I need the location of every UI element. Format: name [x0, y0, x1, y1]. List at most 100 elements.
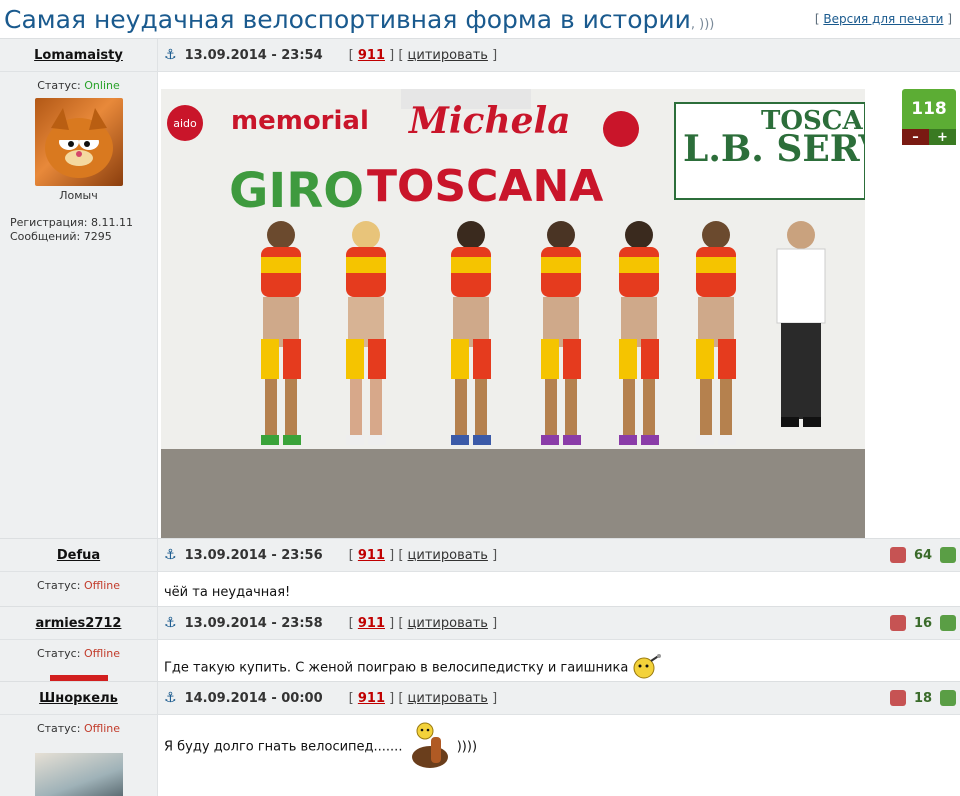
print-bracket-close: ]: [947, 12, 952, 26]
topic-title-text: Самая неудачная велоспортивная форма в и…: [4, 4, 691, 34]
post-vote: 16: [890, 611, 956, 635]
status-value: Offline: [83, 579, 121, 592]
author-name[interactable]: Defua: [57, 548, 100, 563]
post-photo[interactable]: aido memorial Michela L.B. SERVICE TOSCA…: [161, 89, 865, 539]
author-info: Регистрация: 8.11.11 Сообщений: 7295: [0, 216, 157, 244]
author-status: Статус: Online: [0, 79, 157, 92]
author-header: Шноркель: [0, 682, 157, 715]
post-meta: [ 911 ] [ цитировать ]: [348, 47, 498, 63]
quote-button[interactable]: цитировать: [408, 616, 488, 631]
author-status: Статус: Offline: [0, 722, 157, 735]
post-number-link[interactable]: 911: [358, 616, 385, 631]
print-version: [ Версия для печати ]: [815, 12, 960, 26]
thumbs-up-icon[interactable]: [940, 615, 956, 631]
vote-value: 64: [913, 547, 933, 563]
author-header: Defua: [0, 539, 157, 572]
post-2: Defua Статус: Offline ⚓ 13.09.2014 - 23:…: [0, 538, 960, 606]
author-name[interactable]: Шноркель: [39, 691, 118, 706]
registration-date: Регистрация: 8.11.11: [10, 216, 133, 229]
thumbs-down-icon[interactable]: [890, 615, 906, 631]
author-name[interactable]: armies2712: [36, 616, 122, 631]
print-version-link[interactable]: Версия для печати: [823, 12, 943, 26]
thumbs-up-icon[interactable]: [940, 547, 956, 563]
author-status: Статус: Offline: [0, 647, 157, 660]
post-3: armies2712 Статус: Offline ⚓ 13.09.2014 …: [0, 606, 960, 681]
smiley-on-tree-icon: [407, 721, 453, 773]
post-text-suffix: )))): [456, 739, 478, 755]
post-number-link[interactable]: 911: [358, 48, 385, 63]
post-vote: 64: [890, 543, 956, 567]
post-text: Я буду долго гнать велосипед....... )))): [158, 715, 960, 773]
photo-banner-right-top: TOSCA: [761, 106, 863, 136]
anchor-icon[interactable]: ⚓: [164, 615, 177, 631]
photo-brand-aido: aido: [173, 117, 197, 130]
post-date: 13.09.2014 - 23:54: [184, 47, 323, 63]
rating-value: 118: [902, 89, 956, 129]
post-date: 14.09.2014 - 00:00: [184, 690, 323, 706]
photo-brand-toscana: TOSCANA: [367, 161, 603, 212]
topic-title: Самая неудачная велоспортивная форма в и…: [0, 5, 714, 34]
quote-button[interactable]: цитировать: [408, 548, 488, 563]
post-text-content: Где такую купить. С женой поиграю в вело…: [164, 660, 629, 676]
post-date: 13.09.2014 - 23:58: [184, 615, 323, 631]
post-1: Lomamaisty Статус: Online Ломыч Регистра…: [0, 38, 960, 539]
post-author-column: Lomamaisty Статус: Online Ломыч Регистра…: [0, 39, 157, 539]
post-meta: [ 911 ] [ цитировать ]: [348, 690, 498, 706]
post-4: Шноркель Статус: Offline ⚓ 14.09.2014 - …: [0, 681, 960, 796]
status-value: Offline: [83, 722, 121, 735]
status-label: Статус:: [37, 79, 81, 92]
post-vote: 18: [890, 686, 956, 710]
photo-brand-giro: GIRO: [229, 163, 364, 219]
post-author-column: Шноркель Статус: Offline: [0, 682, 157, 796]
post-text: чёй та неудачная!: [164, 585, 291, 600]
vote-value: 16: [913, 615, 933, 631]
status-label: Статус:: [36, 647, 81, 660]
post-number-link[interactable]: 911: [358, 691, 385, 706]
post-author-column: armies2712 Статус: Offline: [0, 607, 157, 681]
post-content-column: ⚓ 14.09.2014 - 00:00 [ 911 ] [ цитироват…: [157, 682, 960, 796]
post-text-content: Я буду долго гнать велосипед.......: [164, 739, 403, 755]
avatar-caption: Ломыч: [59, 189, 98, 202]
post-header: ⚓ 14.09.2014 - 00:00 [ 911 ] [ цитироват…: [158, 682, 960, 715]
author-name[interactable]: Lomamaisty: [34, 48, 123, 63]
author-status: Статус: Offline: [0, 579, 157, 592]
post-number-link[interactable]: 911: [358, 548, 385, 563]
status-label: Статус:: [36, 722, 81, 735]
garfield-avatar-icon: [44, 108, 113, 178]
thumbs-up-icon[interactable]: [940, 690, 956, 706]
photo-banner-left: memorial: [231, 106, 369, 136]
avatar[interactable]: [34, 753, 123, 796]
quote-button[interactable]: цитировать: [408, 691, 488, 706]
vote-value: 18: [913, 690, 933, 706]
anchor-icon[interactable]: ⚓: [164, 547, 177, 563]
rating-plus-button[interactable]: +: [929, 129, 956, 145]
post-meta: [ 911 ] [ цитировать ]: [348, 615, 498, 631]
author-header: Lomamaisty: [0, 39, 157, 72]
post-meta: [ 911 ] [ цитировать ]: [348, 547, 498, 563]
post-header: ⚓ 13.09.2014 - 23:58 [ 911 ] [ цитироват…: [158, 607, 960, 640]
author-header: armies2712: [0, 607, 157, 640]
print-bracket-open: [: [814, 12, 820, 26]
topic-title-suffix: , ))): [690, 16, 715, 32]
thumbs-down-icon[interactable]: [890, 547, 906, 563]
post-date: 13.09.2014 - 23:56: [184, 547, 323, 563]
avatar[interactable]: [34, 98, 123, 186]
post-header: ⚓ 13.09.2014 - 23:56 [ 911 ] [ цитироват…: [158, 539, 960, 572]
status-value: Online: [84, 79, 120, 92]
quote-button[interactable]: цитировать: [408, 48, 488, 63]
anchor-icon[interactable]: ⚓: [164, 690, 177, 706]
post-rating: 118 – +: [902, 89, 956, 145]
rating-minus-button[interactable]: –: [902, 129, 929, 145]
post-text: Где такую купить. С женой поиграю в вело…: [158, 640, 960, 681]
anchor-icon[interactable]: ⚓: [164, 47, 177, 63]
post-content-column: ⚓ 13.09.2014 - 23:56 [ 911 ] [ цитироват…: [157, 539, 960, 606]
rating-controls: – +: [902, 129, 956, 145]
photo-banner-center: Michela: [407, 100, 571, 142]
status-value: Offline: [83, 647, 121, 660]
topic-header: Самая неудачная велоспортивная форма в и…: [0, 0, 960, 38]
post-content-column: ⚓ 13.09.2014 - 23:58 [ 911 ] [ цитироват…: [157, 607, 960, 681]
post-content-column: ⚓ 13.09.2014 - 23:54 [ 911 ] [ цитироват…: [157, 39, 960, 539]
thumbs-down-icon[interactable]: [890, 690, 906, 706]
message-count: Сообщений: 7295: [10, 230, 112, 243]
status-label: Статус:: [36, 579, 81, 592]
